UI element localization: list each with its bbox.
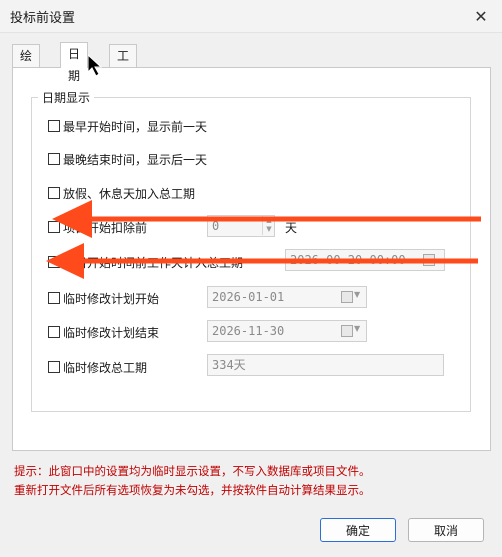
annotation-arrow-1 xyxy=(52,200,481,238)
tab-date[interactable]: 日期 xyxy=(60,42,89,83)
mouse-cursor-icon xyxy=(87,53,103,77)
annotation-arrow-2 xyxy=(46,243,478,279)
